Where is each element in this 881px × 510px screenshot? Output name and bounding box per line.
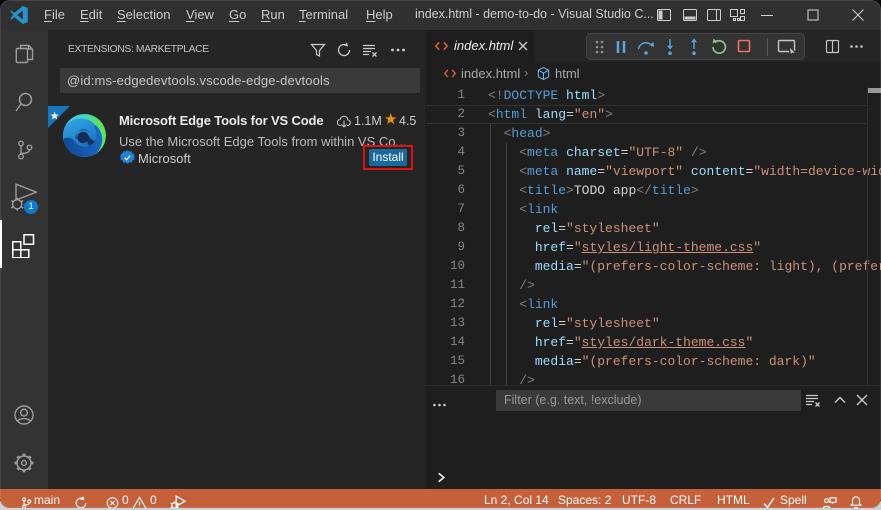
svg-text:★: ★ xyxy=(50,110,60,122)
